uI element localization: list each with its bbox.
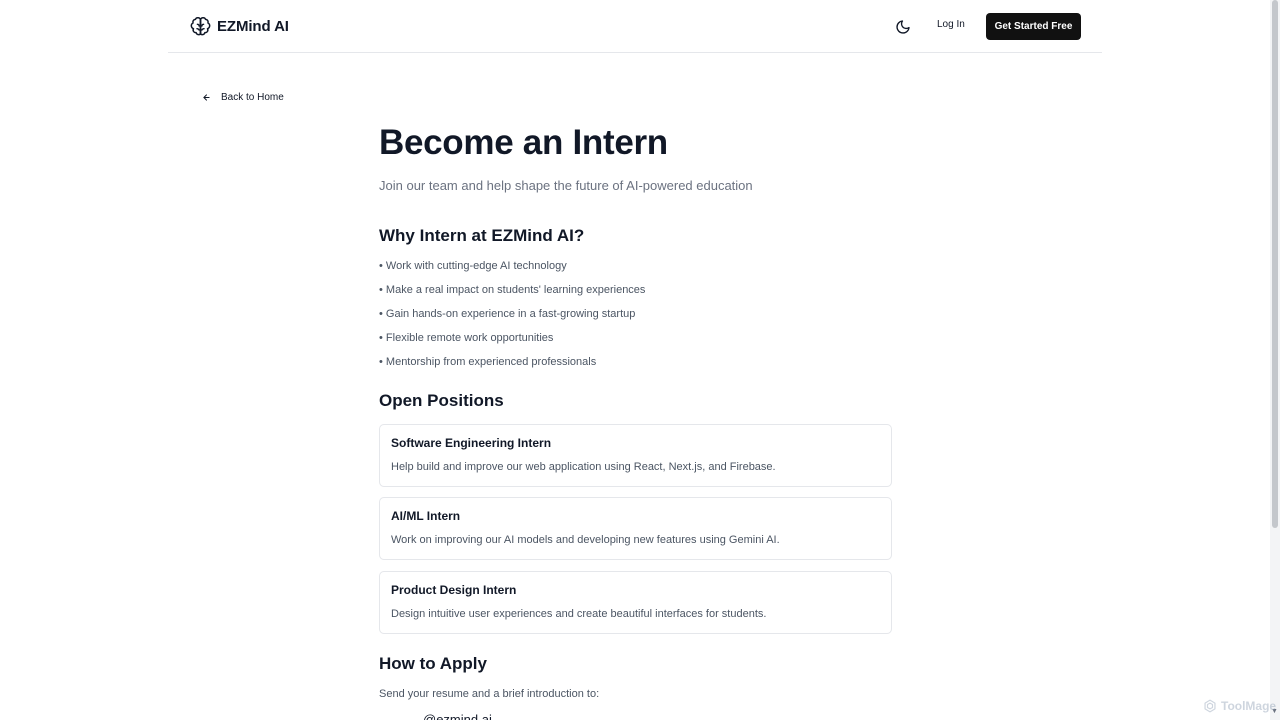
brand-name: EZMind AI [217, 18, 289, 35]
why-intern-heading: Why Intern at EZMind AI? [379, 226, 585, 245]
brand-logo[interactable]: EZMind AI [190, 16, 289, 37]
apply-email-link[interactable]: @ezmind.ai [423, 712, 492, 720]
watermark: ToolMage [1203, 699, 1276, 713]
position-title: AI/ML Intern [391, 509, 461, 523]
position-description: Help build and improve our web applicati… [391, 461, 776, 473]
position-title: Software Engineering Intern [391, 436, 552, 450]
position-description: Work on improving our AI models and deve… [391, 534, 780, 546]
benefit-item: • Work with cutting-edge AI technology [379, 260, 567, 272]
benefit-item: • Mentorship from experienced profession… [379, 356, 597, 368]
benefit-item: • Gain hands-on experience in a fast-gro… [379, 308, 636, 320]
position-title: Product Design Intern [391, 583, 517, 597]
back-to-home-link[interactable]: Back to Home [202, 92, 284, 103]
benefit-item: • Make a real impact on students' learni… [379, 284, 646, 296]
brain-icon [190, 16, 211, 37]
position-card-software-engineering[interactable]: Software Engineering Intern Help build a… [379, 424, 892, 487]
page-title: Become an Intern [379, 123, 668, 162]
apply-instructions: Send your resume and a brief introductio… [379, 688, 600, 700]
how-to-apply-heading: How to Apply [379, 654, 487, 673]
scrollbar-thumb[interactable] [1272, 0, 1278, 528]
login-link[interactable]: Log In [937, 19, 965, 30]
theme-toggle-button[interactable] [895, 19, 911, 35]
watermark-text: ToolMage [1221, 699, 1277, 713]
get-started-button[interactable]: Get Started Free [986, 13, 1081, 40]
watermark-logo-icon [1203, 699, 1217, 713]
position-card-ai-ml[interactable]: AI/ML Intern Work on improving our AI mo… [379, 497, 892, 560]
moon-icon [895, 19, 911, 35]
position-card-product-design[interactable]: Product Design Intern Design intuitive u… [379, 571, 892, 634]
page: EZMind AI Log In Get Started Free Back t… [0, 0, 1280, 720]
page-subtitle: Join our team and help shape the future … [379, 178, 753, 193]
open-positions-heading: Open Positions [379, 391, 504, 410]
back-to-home-label: Back to Home [221, 92, 284, 103]
top-nav: EZMind AI Log In Get Started Free [168, 0, 1102, 53]
benefit-item: • Flexible remote work opportunities [379, 332, 554, 344]
position-description: Design intuitive user experiences and cr… [391, 608, 767, 620]
arrow-left-icon [202, 93, 211, 102]
